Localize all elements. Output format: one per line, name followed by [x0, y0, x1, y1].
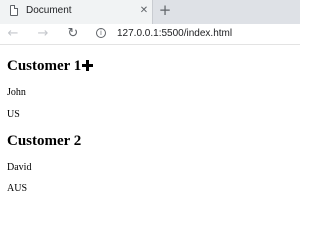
- customer-name: John: [7, 87, 26, 98]
- customer-heading-text: Customer 1: [7, 58, 82, 74]
- reload-icon[interactable]: ↻: [64, 25, 82, 43]
- customer-heading: Customer 2: [7, 133, 82, 149]
- browser-toolbar: ← → ↻ i 127.0.0.1:5500/index.html: [0, 24, 300, 45]
- document-icon: [10, 5, 18, 16]
- forward-arrow-icon[interactable]: →: [34, 25, 52, 43]
- close-tab-icon[interactable]: ✕: [139, 4, 149, 18]
- tab-document[interactable]: Document ✕: [0, 0, 153, 24]
- tab-title: Document: [26, 5, 72, 16]
- customer-country: US: [7, 109, 20, 120]
- site-info-icon[interactable]: i: [96, 28, 106, 38]
- address-bar[interactable]: 127.0.0.1:5500/index.html: [117, 27, 232, 41]
- move-cursor-icon: [82, 60, 94, 71]
- customer-country: AUS: [7, 183, 28, 194]
- new-tab-button[interactable]: +: [158, 1, 172, 19]
- tab-strip: Document ✕ +: [0, 0, 300, 25]
- browser-window: Document ✕ + ← → ↻ i 127.0.0.1:5500/inde…: [0, 0, 300, 210]
- page-content: Customer 1 John US Customer 2 David AUS: [0, 45, 300, 210]
- customer-heading: Customer 1: [7, 57, 94, 75]
- customer-name: David: [7, 162, 32, 173]
- back-arrow-icon[interactable]: ←: [4, 25, 22, 43]
